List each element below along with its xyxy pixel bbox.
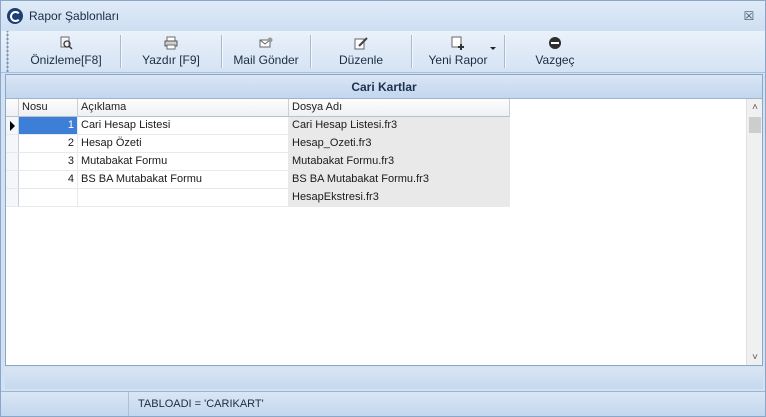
edit-label: Düzenle bbox=[338, 53, 384, 67]
column-header-description[interactable]: Açıklama bbox=[78, 99, 289, 117]
cell-filename[interactable]: Cari Hesap Listesi.fr3 bbox=[289, 117, 510, 135]
printer-icon bbox=[164, 36, 178, 50]
app-logo-icon bbox=[7, 8, 23, 24]
report-grid[interactable]: Nosu Açıklama Dosya Adı 1 Cari Hesap Lis… bbox=[6, 99, 746, 365]
preview-label: Önizleme[F8] bbox=[30, 53, 102, 67]
print-label: Yazdır [F9] bbox=[142, 53, 200, 67]
cancel-label: Vazgeç bbox=[535, 53, 575, 67]
status-bar: TABLOADI = 'CARIKART' bbox=[1, 391, 765, 416]
table-row[interactable]: 3 Mutabakat Formu Mutabakat Formu.fr3 bbox=[6, 153, 746, 171]
preview-button[interactable]: Önizleme[F8] bbox=[12, 31, 120, 72]
status-text: TABLOADI = 'CARIKART' bbox=[138, 398, 264, 410]
new-report-label: Yeni Rapor bbox=[428, 53, 488, 67]
cell-description[interactable]: Hesap Özeti bbox=[78, 135, 289, 153]
cancel-icon bbox=[549, 37, 561, 49]
scroll-thumb[interactable] bbox=[749, 117, 761, 133]
report-list-panel: Cari Kartlar Nosu Açıklama Dosya Adı 1 C… bbox=[5, 74, 763, 366]
vertical-scrollbar[interactable]: ˄ ˅ bbox=[746, 99, 762, 365]
status-pane bbox=[1, 392, 129, 416]
edit-icon bbox=[354, 37, 368, 50]
cell-no[interactable] bbox=[19, 189, 78, 207]
window-title: Rapor Şablonları bbox=[29, 9, 120, 23]
close-button[interactable]: ☒ bbox=[742, 9, 756, 23]
cell-filename[interactable]: BS BA Mutabakat Formu.fr3 bbox=[289, 171, 510, 189]
table-row[interactable]: 4 BS BA Mutabakat Formu BS BA Mutabakat … bbox=[6, 171, 746, 189]
title-bar: Rapor Şablonları ☒ bbox=[1, 1, 765, 31]
send-mail-button[interactable]: Mail Gönder bbox=[222, 31, 310, 72]
new-report-icon bbox=[451, 36, 464, 50]
cell-filename[interactable]: Mutabakat Formu.fr3 bbox=[289, 153, 510, 171]
row-indicator[interactable] bbox=[6, 117, 19, 135]
scroll-up-icon[interactable]: ˄ bbox=[747, 99, 763, 115]
panel-footer bbox=[5, 367, 763, 389]
row-indicator-header[interactable] bbox=[6, 99, 19, 117]
cancel-button[interactable]: Vazgeç bbox=[505, 31, 605, 72]
edit-button[interactable]: Düzenle bbox=[311, 31, 411, 72]
table-row[interactable]: 1 Cari Hesap Listesi Cari Hesap Listesi.… bbox=[6, 117, 746, 135]
table-row[interactable]: 2 Hesap Özeti Hesap_Ozeti.fr3 bbox=[6, 135, 746, 153]
cell-description[interactable] bbox=[78, 189, 289, 207]
cell-no[interactable]: 4 bbox=[19, 171, 78, 189]
preview-icon bbox=[60, 36, 73, 50]
print-button[interactable]: Yazdır [F9] bbox=[121, 31, 221, 72]
cell-no[interactable]: 2 bbox=[19, 135, 78, 153]
cell-description[interactable]: Mutabakat Formu bbox=[78, 153, 289, 171]
table-row[interactable]: HesapEkstresi.fr3 bbox=[6, 189, 746, 207]
new-report-button[interactable]: Yeni Rapor bbox=[412, 31, 504, 72]
current-row-pointer-icon bbox=[10, 121, 15, 131]
toolbar: Önizleme[F8] Yazdır [F9] Mail Gönder Düz… bbox=[1, 31, 765, 73]
cell-no[interactable]: 1 bbox=[19, 117, 78, 135]
send-mail-label: Mail Gönder bbox=[233, 53, 299, 67]
cell-description[interactable]: BS BA Mutabakat Formu bbox=[78, 171, 289, 189]
cell-description[interactable]: Cari Hesap Listesi bbox=[78, 117, 289, 135]
dropdown-arrow-icon[interactable] bbox=[490, 47, 496, 50]
row-indicator[interactable] bbox=[6, 135, 19, 153]
report-templates-window: Rapor Şablonları ☒ Önizleme[F8] Yazdır [… bbox=[0, 0, 766, 417]
mail-icon bbox=[259, 37, 273, 48]
cell-filename[interactable]: Hesap_Ozeti.fr3 bbox=[289, 135, 510, 153]
row-indicator[interactable] bbox=[6, 171, 19, 189]
scroll-down-icon[interactable]: ˅ bbox=[747, 349, 763, 365]
column-header-filename[interactable]: Dosya Adı bbox=[289, 99, 510, 117]
toolbar-grip[interactable] bbox=[4, 31, 12, 72]
row-indicator[interactable] bbox=[6, 153, 19, 171]
row-indicator[interactable] bbox=[6, 189, 19, 207]
grid-header-row: Nosu Açıklama Dosya Adı bbox=[6, 99, 746, 117]
cell-no[interactable]: 3 bbox=[19, 153, 78, 171]
column-header-no[interactable]: Nosu bbox=[19, 99, 78, 117]
cell-filename[interactable]: HesapEkstresi.fr3 bbox=[289, 189, 510, 207]
group-title: Cari Kartlar bbox=[6, 75, 762, 99]
